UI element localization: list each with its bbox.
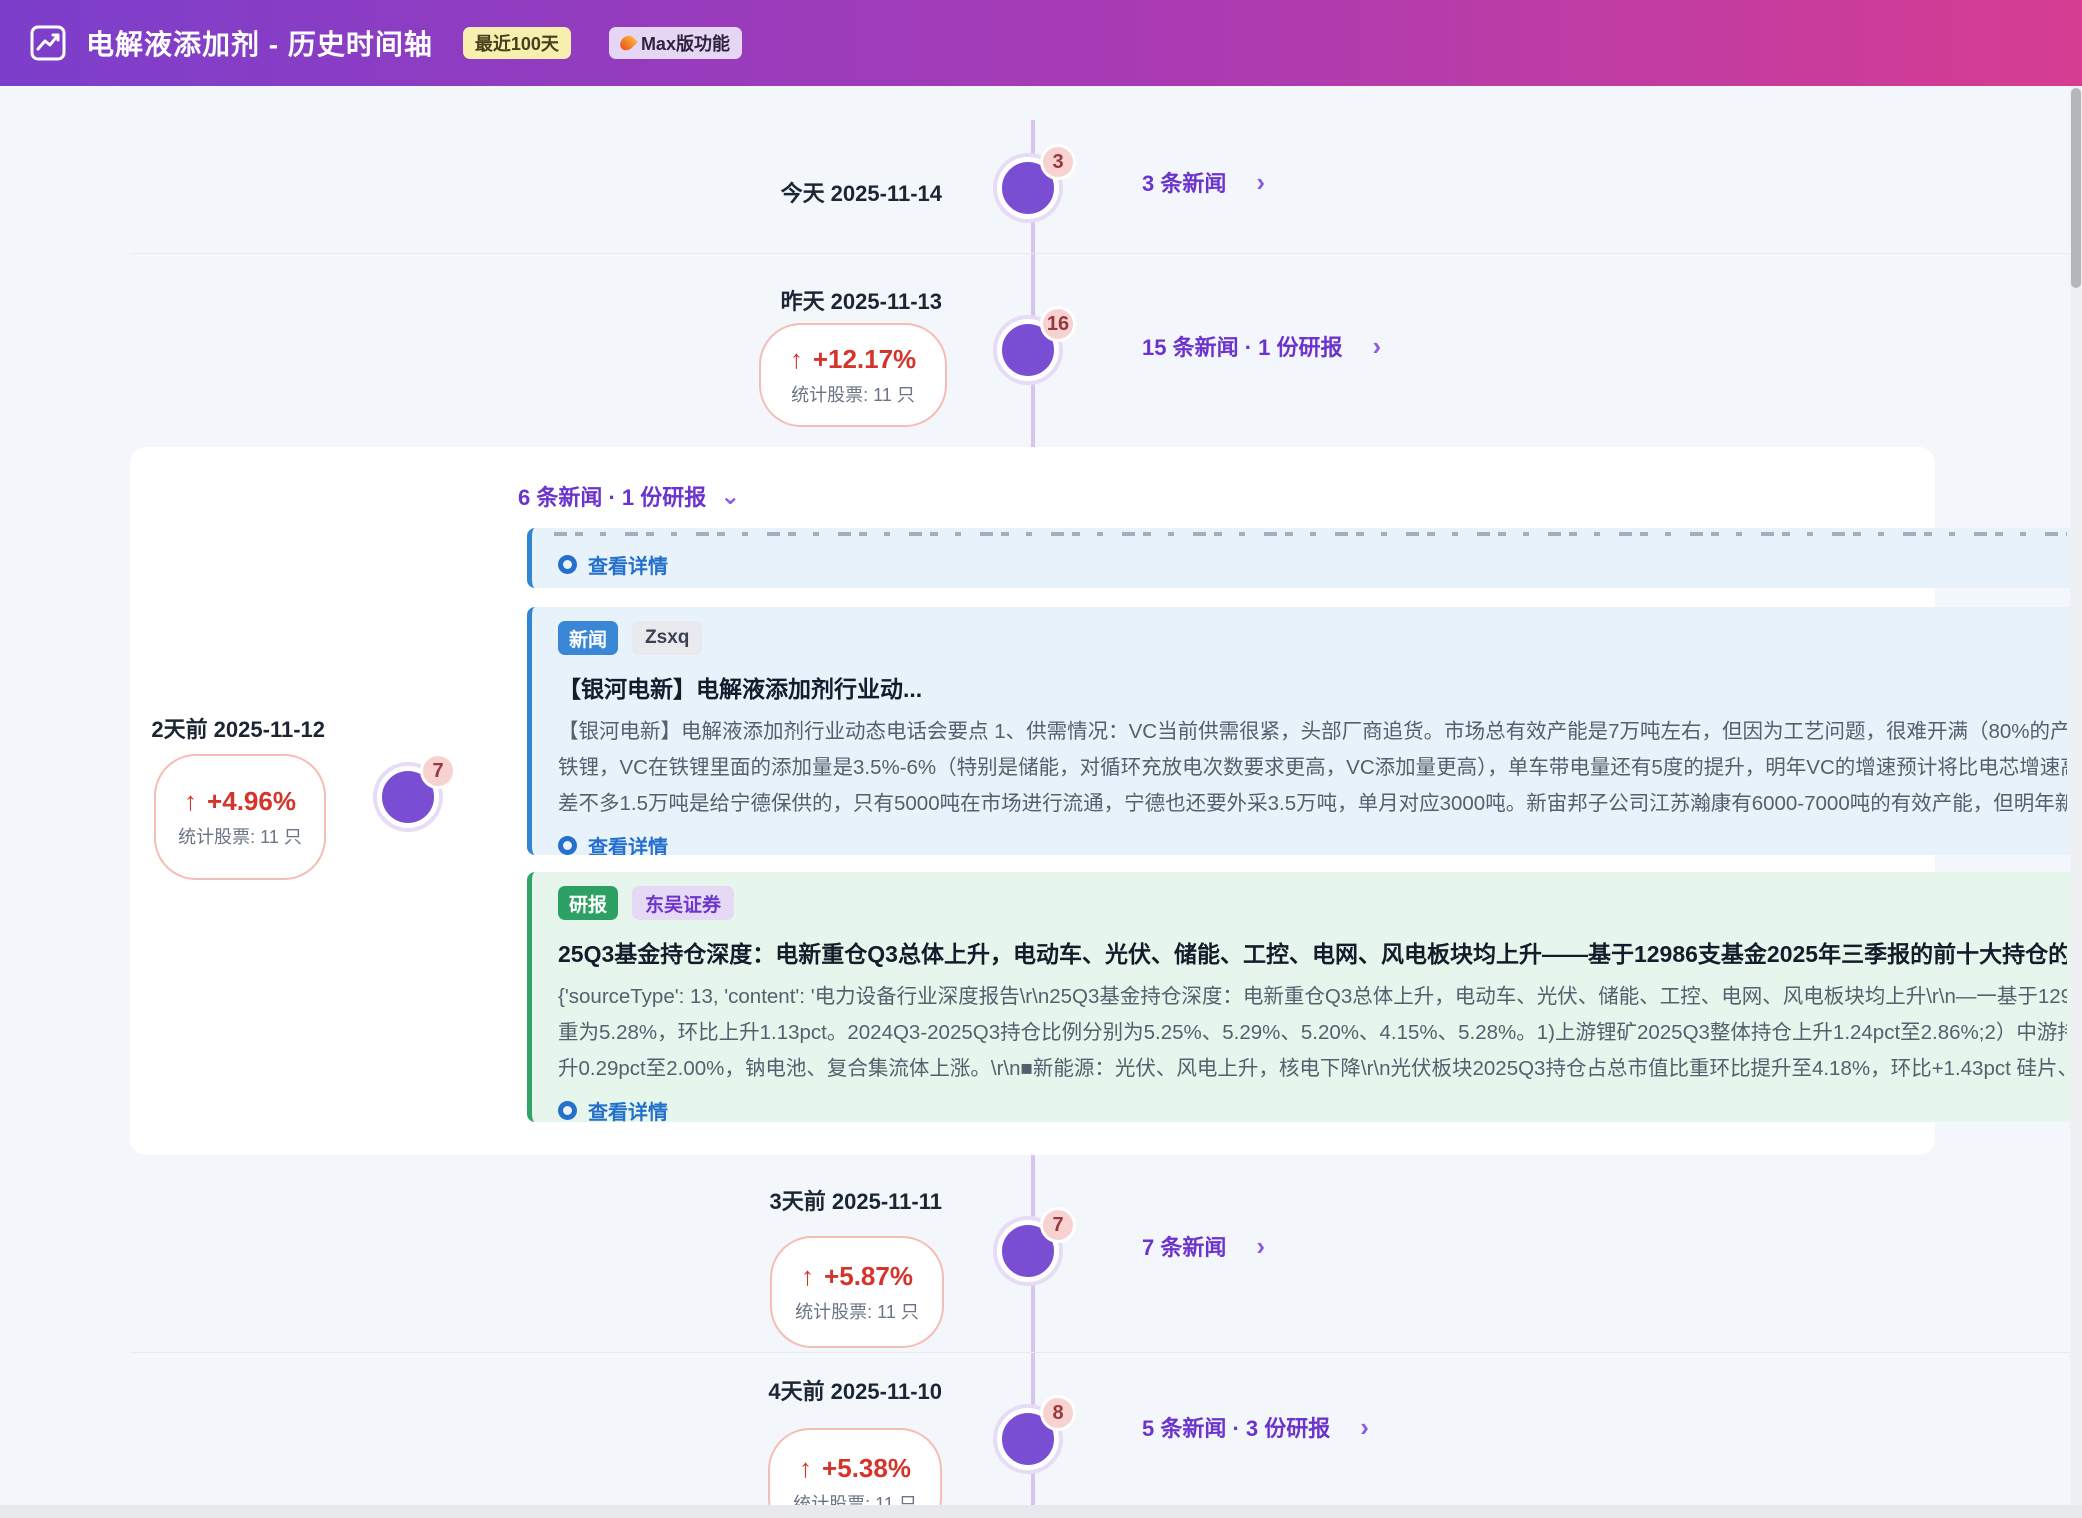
news-title: 【银河电新】电解液添加剂行业动... [558, 670, 2067, 704]
report-title: 25Q3基金持仓深度：电新重仓Q3总体上升，电动车、光伏、储能、工控、电网、风电… [558, 935, 2067, 969]
vertical-scrollbar-thumb[interactable] [2071, 88, 2081, 288]
entry-date: 3天前 2025-11-11 [632, 1184, 942, 1216]
chevron-right-icon: › [1360, 1416, 1369, 1438]
change-percent: +4.96% [207, 786, 296, 817]
chevron-right-icon: › [1256, 1235, 1265, 1257]
header-bar: 电解液添加剂 - 历史时间轴 最近100天 Max版功能 [0, 0, 2082, 86]
trend-chart-icon [28, 23, 68, 63]
report-body: {'sourceType': 13, 'content': '电力设备行业深度报… [558, 979, 2067, 1087]
row-divider [130, 253, 2082, 254]
news-card: 新闻 Zsxq 【银河电新】电解液添加剂行业动... 【银河电新】电解液添加剂行… [527, 607, 2082, 855]
category-badge-report: 研报 [558, 886, 618, 920]
entry-date: 昨天 2025-11-13 [632, 284, 942, 316]
timeline-node[interactable]: 3 [997, 157, 1059, 219]
timeline-node[interactable]: 16 [997, 319, 1059, 381]
view-detail-link[interactable]: 查看详情 [558, 550, 2067, 579]
timeline-node[interactable]: 8 [997, 1408, 1059, 1470]
chevron-right-icon: › [1256, 171, 1265, 193]
change-percent: +5.87% [824, 1261, 913, 1292]
arrow-up-icon: ↑ [790, 344, 803, 375]
eye-icon [558, 555, 577, 574]
timeline-node[interactable]: 7 [997, 1220, 1059, 1282]
stocks-count: 统计股票: 11 只 [177, 825, 303, 849]
count-badge: 3 [1040, 144, 1076, 180]
count-badge: 7 [420, 753, 456, 789]
stocks-count: 统计股票: 11 只 [791, 383, 915, 407]
source-badge: Zsxq [632, 621, 702, 655]
range-badge: 最近100天 [463, 27, 571, 59]
chevron-down-icon: ⌄ [720, 482, 740, 511]
vertical-scrollbar-track[interactable] [2070, 86, 2082, 1505]
change-percent: +5.38% [822, 1453, 911, 1484]
timeline-node[interactable]: 7 [377, 766, 439, 828]
entry-date: 2天前 2025-11-12 [15, 712, 325, 744]
stocks-count: 统计股票: 11 只 [795, 1300, 919, 1324]
news-body: 【银河电新】电解液添加剂行业动态电话会要点 1、供需情况：VC当前供需很紧，头部… [558, 714, 2067, 822]
count-badge: 7 [1040, 1207, 1076, 1243]
entry-news-link[interactable]: 3 条新闻 › [1142, 166, 1265, 198]
clipped-text-fragment [554, 532, 2067, 540]
news-card-clipped: 查看详情 [527, 528, 2082, 588]
category-badge-news: 新闻 [558, 621, 618, 655]
view-detail-link[interactable]: 查看详情 [558, 1096, 2067, 1122]
change-percent: +12.17% [813, 344, 916, 375]
change-pill: ↑ +12.17% 统计股票: 11 只 [759, 323, 947, 427]
entry-news-link[interactable]: 7 条新闻 › [1142, 1230, 1265, 1262]
eye-icon [558, 1101, 577, 1120]
horizontal-scrollbar-track[interactable] [0, 1505, 2082, 1518]
count-badge: 16 [1040, 306, 1076, 342]
chevron-right-icon: › [1372, 335, 1381, 357]
entry-date: 4天前 2025-11-10 [632, 1374, 942, 1406]
page-title: 电解液添加剂 - 历史时间轴 [86, 23, 433, 63]
view-detail-link[interactable]: 查看详情 [558, 831, 2067, 855]
row-divider [130, 1352, 2082, 1353]
entry-news-link[interactable]: 15 条新闻 · 1 份研报 › [1142, 330, 1381, 362]
arrow-up-icon: ↑ [799, 1453, 812, 1484]
entry-news-link[interactable]: 5 条新闻 · 3 份研报 › [1142, 1411, 1369, 1443]
fire-icon [617, 33, 638, 54]
change-pill: ↑ +4.96% 统计股票: 11 只 [154, 754, 326, 880]
entry-date: 今天 2025-11-14 [632, 176, 942, 208]
app-window: 今天 2025-11-14 3 3 条新闻 › 昨天 2025-11-13 ↑ … [0, 0, 2082, 1518]
expanded-summary-toggle[interactable]: 6 条新闻 · 1 份研报 ⌄ [518, 480, 740, 512]
max-feature-badge: Max版功能 [609, 27, 742, 59]
arrow-up-icon: ↑ [801, 1261, 814, 1292]
arrow-up-icon: ↑ [184, 786, 197, 817]
source-badge: 东吴证券 [632, 886, 734, 920]
change-pill: ↑ +5.87% 统计股票: 11 只 [770, 1236, 944, 1348]
eye-icon [558, 836, 577, 855]
count-badge: 8 [1040, 1395, 1076, 1431]
report-card: 研报 东吴证券 25Q3基金持仓深度：电新重仓Q3总体上升，电动车、光伏、储能、… [527, 872, 2082, 1122]
